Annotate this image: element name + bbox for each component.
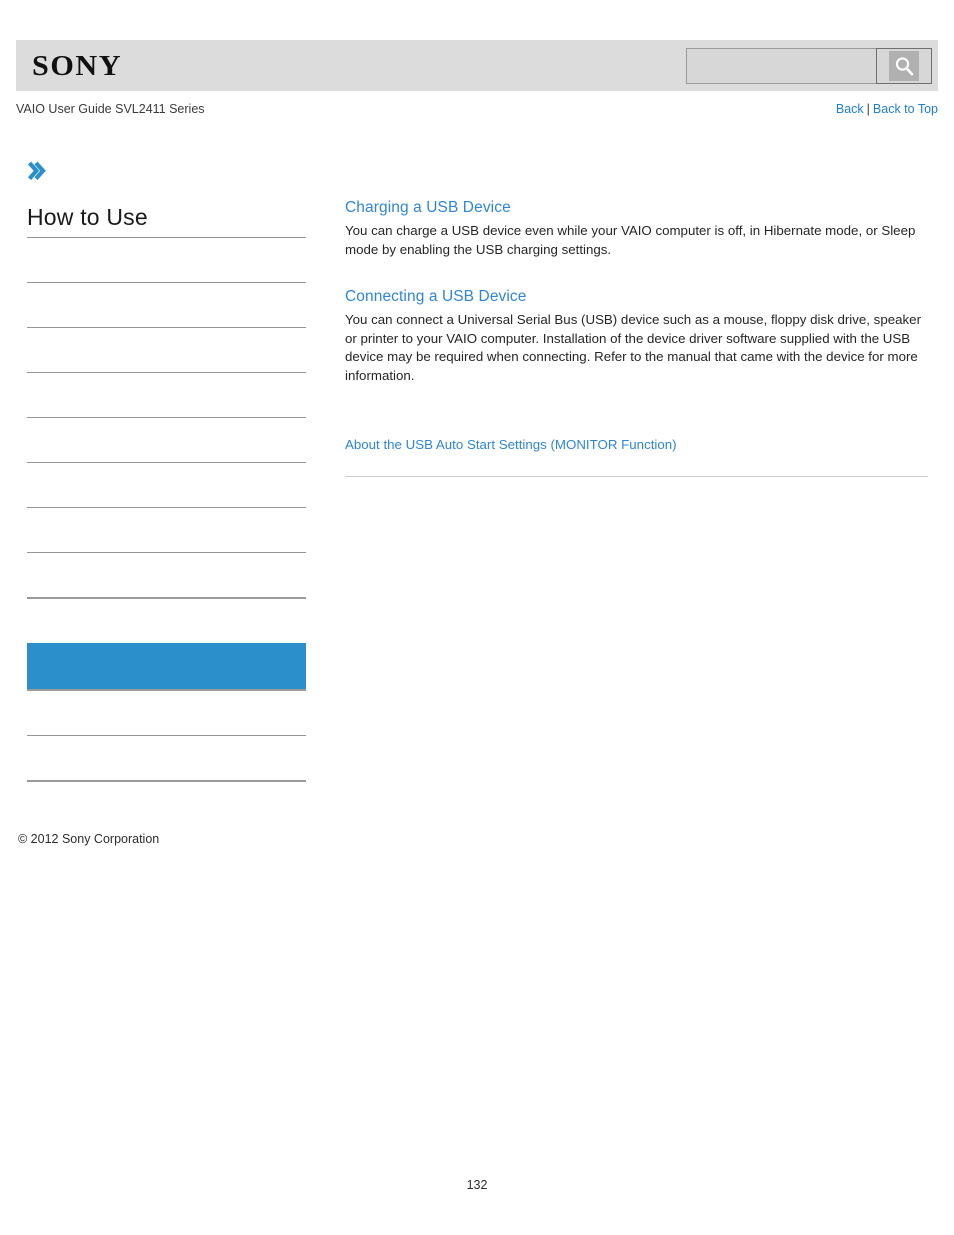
back-to-top-link[interactable]: Back to Top	[873, 102, 938, 116]
sidebar-item-4[interactable]	[27, 373, 306, 417]
section-title-link[interactable]: Charging a USB Device	[345, 199, 511, 216]
sidebar: How to Use	[27, 160, 306, 782]
main-content: Charging a USB Device You can charge a U…	[345, 198, 928, 477]
sidebar-item-3[interactable]	[27, 328, 306, 372]
section-title-link[interactable]: Connecting a USB Device	[345, 288, 527, 305]
section-title-connecting-usb-device[interactable]: Connecting a USB Device	[345, 287, 928, 307]
sidebar-item-5[interactable]	[27, 418, 306, 462]
back-link[interactable]: Back	[836, 102, 864, 116]
section-body-charging-usb-device: You can charge a USB device even while y…	[345, 223, 916, 257]
search-button[interactable]	[876, 48, 932, 84]
header-nav-links: Back | Back to Top	[836, 102, 938, 116]
section-body-connecting-usb-device: You can connect a Universal Serial Bus (…	[345, 312, 921, 383]
sidebar-item-10[interactable]	[27, 691, 306, 735]
related-links: About the USB Auto Start Settings (MONIT…	[345, 436, 928, 454]
related-link-usb-auto-start-settings[interactable]: About the USB Auto Start Settings (MONIT…	[345, 436, 677, 454]
copyright-text: © 2012 Sony Corporation	[18, 832, 160, 846]
sidebar-separator	[27, 780, 306, 782]
search-input[interactable]	[686, 48, 876, 84]
sidebar-item-2[interactable]	[27, 283, 306, 327]
subheader: VAIO User Guide SVL2411 Series Back | Back…	[16, 102, 938, 120]
search-area	[686, 48, 932, 84]
content-divider	[345, 476, 928, 477]
sidebar-item-active[interactable]	[27, 643, 306, 689]
sidebar-item-1[interactable]	[27, 238, 306, 282]
sidebar-item-7[interactable]	[27, 508, 306, 552]
page-number: 132	[466, 1178, 488, 1192]
sidebar-item-11[interactable]	[27, 736, 306, 780]
nav-separator: |	[866, 102, 870, 116]
magnifier-icon	[889, 51, 919, 81]
sidebar-item-8[interactable]	[27, 553, 306, 597]
sidebar-item-9[interactable]	[27, 599, 306, 643]
sony-logo: SONY	[32, 50, 123, 82]
section-title-charging-usb-device[interactable]: Charging a USB Device	[345, 198, 928, 218]
site-header-bar: SONY	[16, 40, 938, 91]
page-title: How to Use	[27, 204, 148, 230]
guide-title: VAIO User Guide SVL2411 Series	[16, 102, 205, 116]
sidebar-item-6[interactable]	[27, 463, 306, 507]
double-chevron-right-icon[interactable]	[27, 160, 47, 182]
